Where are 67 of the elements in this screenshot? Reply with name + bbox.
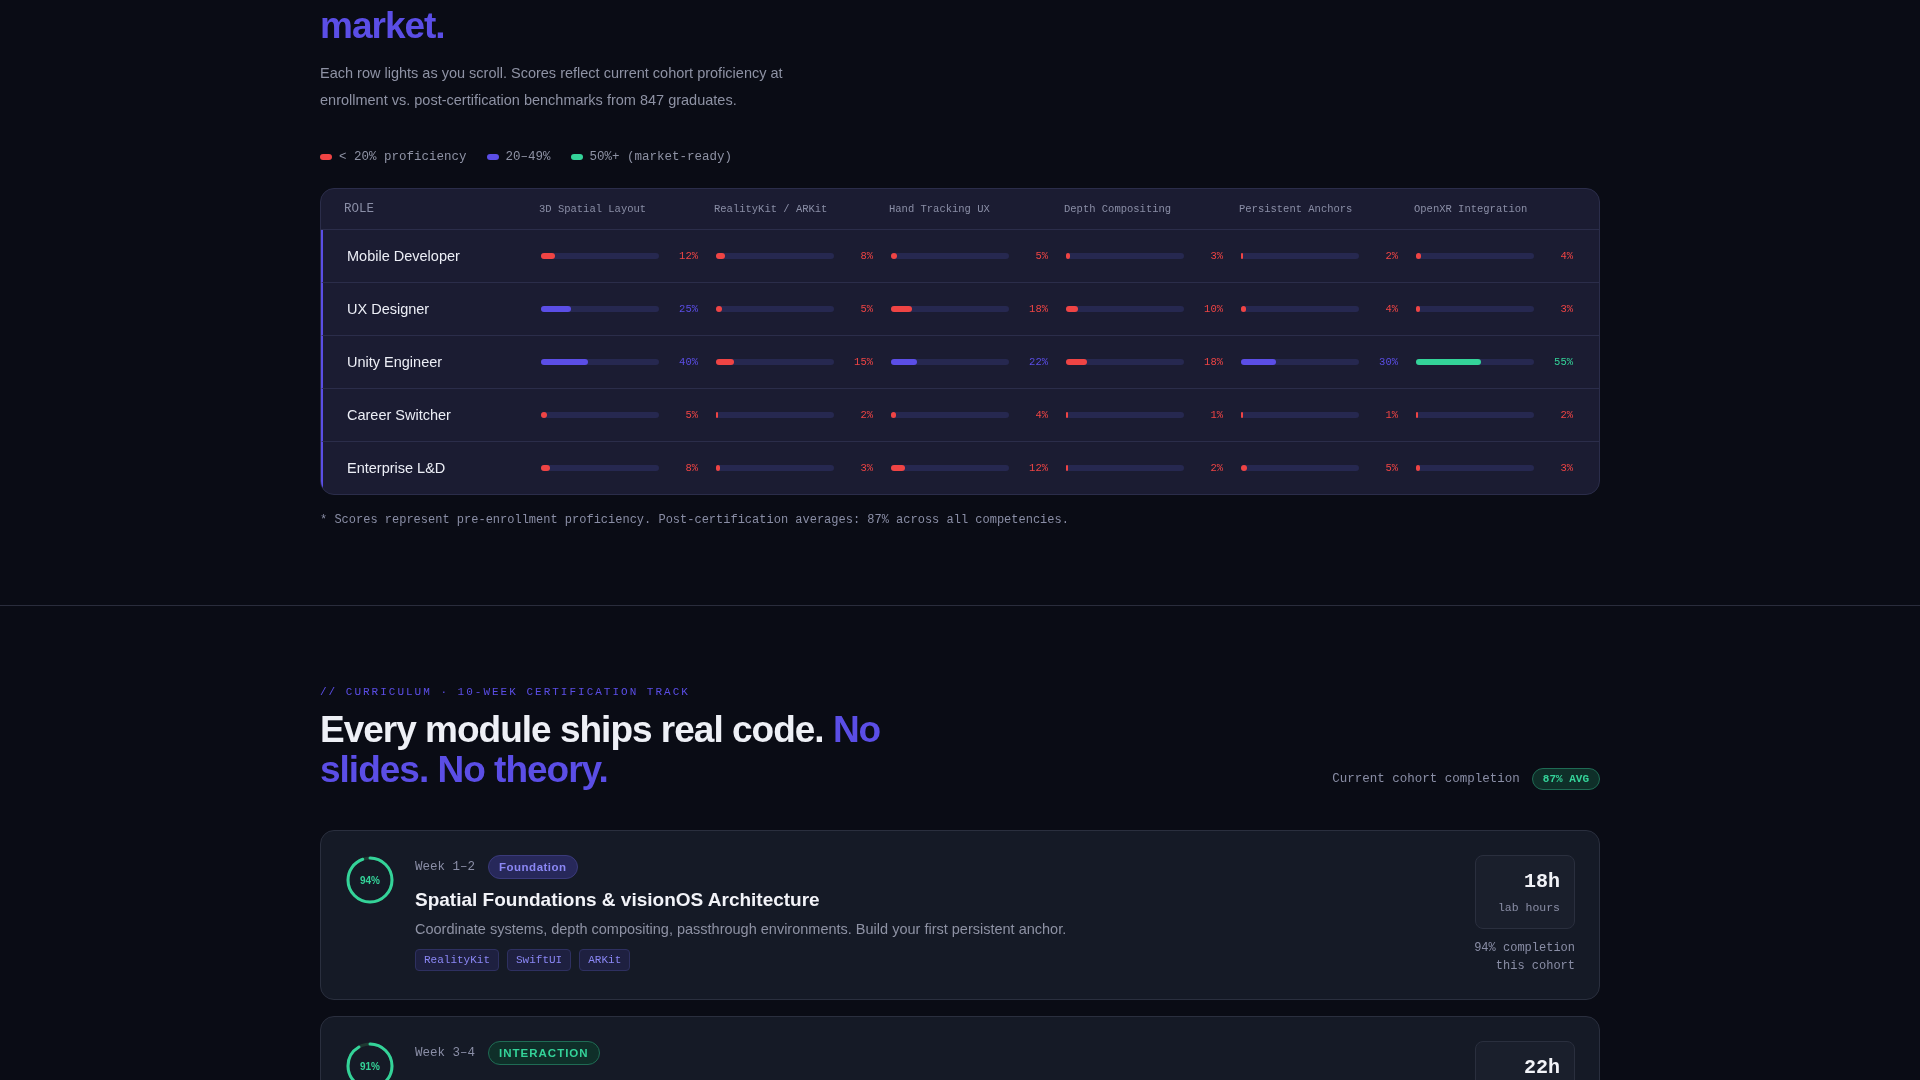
score-reading: 12% [679,250,698,262]
hours-value: 18h [1524,870,1560,893]
section-heading: market. [320,6,446,46]
score-reading: 4% [1560,250,1573,262]
score-reading: 8% [685,462,698,474]
legend-label: 20–49% [505,150,551,164]
score-reading: 5% [1385,462,1398,474]
completion-badge: 87% AVG [1531,768,1600,790]
hours-value: 22h [1524,1056,1560,1079]
column-header: Hand Tracking UX [889,203,991,215]
week-range: Week 3–4 [415,1046,475,1060]
score-reading: 5% [1035,250,1048,262]
role-name: Mobile Developer [346,248,461,264]
column-header: ROLE [343,202,375,216]
column-header: OpenXR Integration [1414,203,1529,215]
legend-label: 50%+ (market-ready) [589,150,733,164]
legend-label: < 20% proficiency [339,150,467,164]
score-reading: 2% [1385,250,1398,262]
module-tag: Foundation [488,855,578,879]
column-header: Persistent Anchors [1239,203,1354,215]
tool-tag: SwiftUI [507,949,572,971]
score-reading: 2% [1560,409,1573,421]
score-reading: 1% [1210,409,1223,421]
column-header: Depth Compositing [1064,203,1173,215]
tool-tag: ARKit [579,949,631,971]
hours-label: lab hours [1497,901,1560,914]
week-range: Week 1–2 [415,860,475,874]
score-reading: 8% [860,250,873,262]
role-name: Career Switcher [346,407,452,423]
score-reading: 4% [1035,409,1048,421]
score-reading: 1% [1385,409,1398,421]
completion-note: 94% completion this cohort [1473,940,1575,975]
score-reading: 5% [685,409,698,421]
score-reading: 25% [679,303,698,315]
module-description: Coordinate systems, depth compositing, passthrough environments. Build your first persistent anchor. [415,921,1068,937]
progress-ring: 94% [345,855,395,905]
score-reading: 3% [1560,462,1573,474]
score-reading: 2% [1210,462,1223,474]
score-reading: 40% [679,356,698,368]
score-reading: 55% [1554,356,1573,368]
intro-text: Each row lights as you scroll. Scores reflect current cohort proficiency at enrollment vs. post-certification benchmarks from 847 graduates. [320,64,784,110]
role-name: UX Designer [346,301,431,317]
section-eyebrow: // CURRICULUM · 10-WEEK CERTIFICATION TRACK [320,686,691,698]
tool-tag: RealityKit [415,949,499,971]
score-reading: 4% [1385,303,1398,315]
score-reading: 15% [854,356,873,368]
completion-label: Current cohort completion [1332,772,1520,786]
column-header: RealityKit / ARKit [714,203,829,215]
score-reading: 30% [1379,356,1398,368]
score-reading: 12% [1029,462,1048,474]
score-reading: 2% [860,409,873,421]
score-reading: 22% [1029,356,1048,368]
score-reading: 10% [1204,303,1223,315]
score-reading: 18% [1204,356,1223,368]
footnote: * Scores represent pre-enrollment proficiency. Post-certification averages: 87% across all competencies. [320,513,1070,527]
score-reading: 3% [860,462,873,474]
progress-ring: 91% [345,1041,395,1080]
score-reading: 5% [860,303,873,315]
score-reading: 18% [1029,303,1048,315]
role-name: Unity Engineer [346,354,444,370]
role-name: Enterprise L&D [346,460,447,476]
module-tag: INTERACTION [488,1041,600,1065]
section-heading: Every module ships real code. No slides. No theory. [320,710,882,790]
score-reading: 3% [1560,303,1573,315]
module-title: Spatial Foundations & visionOS Architecture [415,889,821,911]
column-header: 3D Spatial Layout [539,203,648,215]
score-reading: 3% [1210,250,1223,262]
